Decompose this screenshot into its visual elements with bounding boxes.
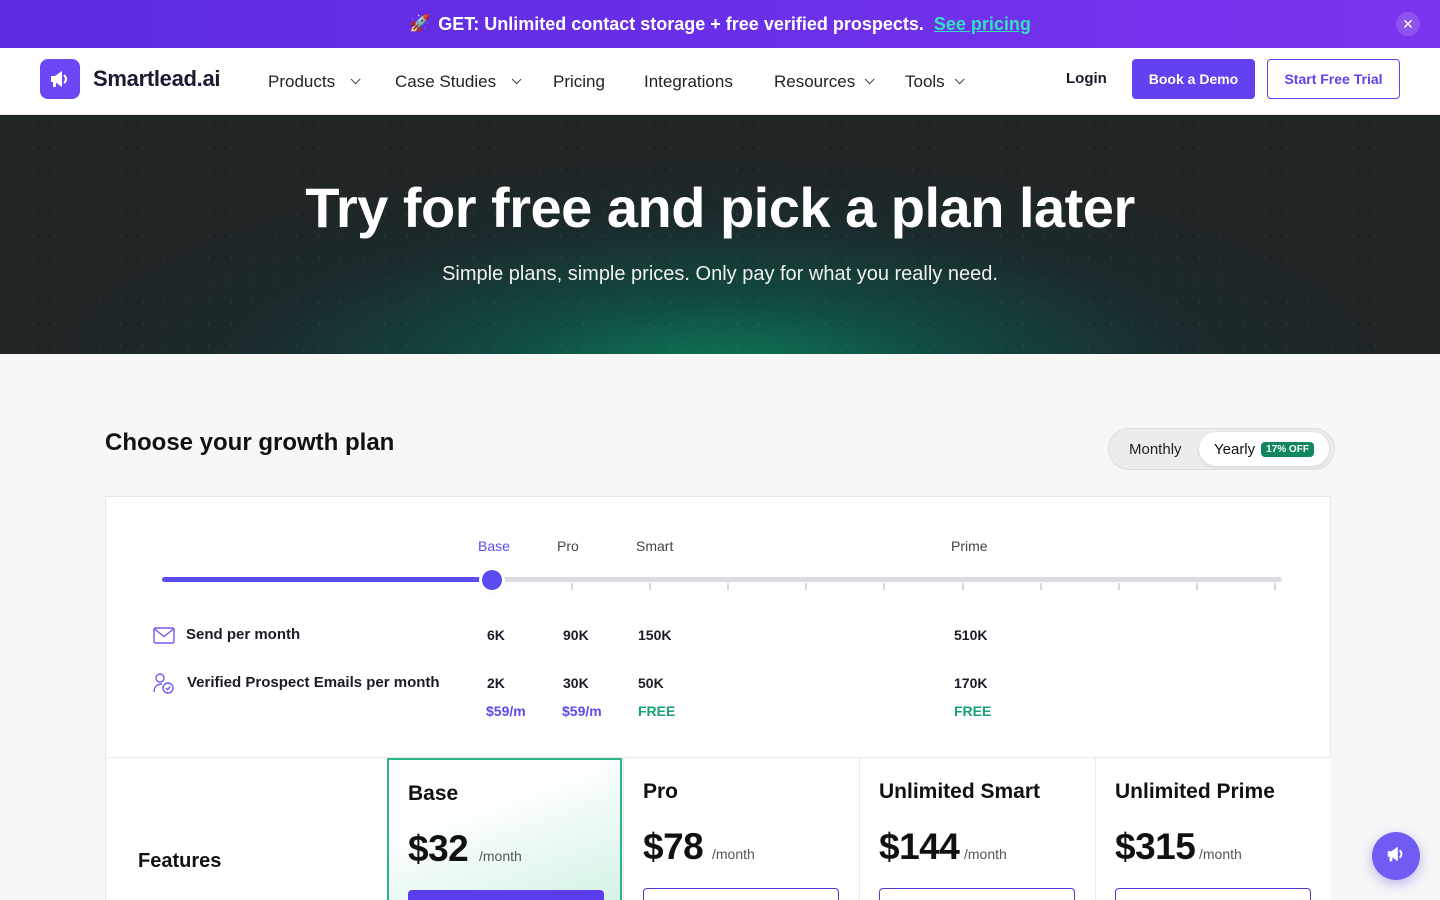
logo-icon xyxy=(40,59,80,99)
slider-tick xyxy=(571,583,573,590)
nav-products[interactable]: Products xyxy=(268,48,361,115)
send-value-pro: 90K xyxy=(563,627,589,643)
section-title: Choose your growth plan xyxy=(105,429,395,456)
slider-tick xyxy=(1118,583,1120,590)
announcement-bar: 🚀 GET: Unlimited contact storage + free … xyxy=(0,0,1440,48)
plan-name: Pro xyxy=(643,780,679,803)
slider-tick xyxy=(805,583,807,590)
plan-select-button[interactable] xyxy=(408,890,604,900)
top-navbar: Smartlead.ai Products Case Studies Prici… xyxy=(0,48,1440,115)
nav-case-studies-label: Case Studies xyxy=(395,71,497,91)
plan-card-pro[interactable]: Pro $78 /month xyxy=(623,758,859,900)
logo[interactable]: Smartlead.ai xyxy=(40,59,221,99)
plan-card-base[interactable]: Base $32 /month xyxy=(387,758,622,900)
plan-per-month: /month xyxy=(479,848,522,864)
slider-tick xyxy=(1040,583,1042,590)
login-link[interactable]: Login xyxy=(1066,70,1107,87)
tier-label-smart[interactable]: Smart xyxy=(636,538,673,554)
send-value-smart: 150K xyxy=(638,627,672,643)
verified-price-prime: FREE xyxy=(954,703,992,719)
plan-per-month: /month xyxy=(712,846,755,862)
plan-card-unlimited-smart[interactable]: Unlimited Smart $144 /month xyxy=(859,758,1095,900)
send-per-month-label: Send per month xyxy=(186,626,301,643)
features-heading: Features xyxy=(138,850,222,872)
slider-tick xyxy=(649,583,651,590)
announcement-text: GET: Unlimited contact storage + free ve… xyxy=(438,13,924,34)
start-free-trial-button[interactable]: Start Free Trial xyxy=(1267,59,1400,99)
plan-price: $315 xyxy=(1115,826,1196,867)
plan-price: $144 xyxy=(879,826,960,867)
nav-pricing-label: Pricing xyxy=(553,71,605,91)
mail-icon xyxy=(153,627,175,649)
nav-tools-label: Tools xyxy=(905,71,945,91)
plan-price: $32 xyxy=(408,828,469,869)
plan-name: Unlimited Smart xyxy=(879,780,1041,803)
megaphone-icon xyxy=(1385,843,1407,870)
nav-resources[interactable]: Resources xyxy=(774,48,875,115)
plan-per-month: /month xyxy=(1199,846,1242,862)
nav-tools[interactable]: Tools xyxy=(905,48,965,115)
verified-value-base: 2K xyxy=(487,675,505,691)
slider-tick xyxy=(1274,583,1276,590)
plan-select-button[interactable] xyxy=(879,888,1075,900)
send-value-base: 6K xyxy=(487,627,505,643)
nav-integrations[interactable]: Integrations xyxy=(644,48,733,115)
nav-case-studies[interactable]: Case Studies xyxy=(395,48,522,115)
discount-badge: 17% OFF xyxy=(1261,441,1314,457)
verified-value-smart: 50K xyxy=(638,675,664,691)
verified-prospects-label: Verified Prospect Emails per month xyxy=(187,674,440,691)
nav-pricing[interactable]: Pricing xyxy=(553,48,605,115)
tier-label-base[interactable]: Base xyxy=(478,538,510,554)
tier-label-prime[interactable]: Prime xyxy=(951,538,988,554)
plan-price: $78 xyxy=(643,826,704,867)
plan-select-button[interactable] xyxy=(1115,888,1311,900)
send-value-prime: 510K xyxy=(954,627,988,643)
see-pricing-link[interactable]: See pricing xyxy=(934,14,1031,35)
billing-monthly-option[interactable]: Monthly xyxy=(1129,441,1182,458)
plan-select-button[interactable] xyxy=(643,888,839,900)
chevron-down-icon xyxy=(350,74,361,85)
slider-tick xyxy=(727,583,729,590)
slider-tick xyxy=(1196,583,1198,590)
slider-tick xyxy=(962,583,964,590)
verified-value-prime: 170K xyxy=(954,675,988,691)
plan-name: Unlimited Prime xyxy=(1115,780,1275,803)
logo-text: Smartlead.ai xyxy=(93,66,221,91)
rocket-icon: 🚀 xyxy=(409,14,431,33)
chevron-down-icon xyxy=(511,74,522,85)
verified-price-base: $59/m xyxy=(486,703,526,719)
plan-name: Base xyxy=(408,782,459,805)
nav-products-label: Products xyxy=(268,71,336,91)
plan-per-month: /month xyxy=(964,846,1007,862)
slider-tick xyxy=(883,583,885,590)
nav-integrations-label: Integrations xyxy=(644,71,733,91)
plan-card-unlimited-prime[interactable]: Unlimited Prime $315 /month xyxy=(1095,758,1331,900)
hero-section: Try for free and pick a plan later Simpl… xyxy=(0,115,1440,354)
book-demo-button[interactable]: Book a Demo xyxy=(1132,59,1255,99)
tier-label-pro[interactable]: Pro xyxy=(557,538,579,554)
verified-price-smart: FREE xyxy=(638,703,676,719)
plan-slider-fill xyxy=(162,577,493,582)
hero-title: Try for free and pick a plan later xyxy=(305,176,1135,239)
verified-price-pro: $59/m xyxy=(562,703,602,719)
billing-yearly-label: Yearly xyxy=(1214,440,1256,458)
billing-toggle[interactable]: Monthly Yearly 17% OFF xyxy=(1108,428,1335,470)
chevron-down-icon xyxy=(954,74,965,85)
close-icon[interactable]: ✕ xyxy=(1396,12,1420,36)
chevron-down-icon xyxy=(864,74,875,85)
verified-value-pro: 30K xyxy=(563,675,589,691)
nav-resources-label: Resources xyxy=(774,71,856,91)
chat-widget-button[interactable] xyxy=(1372,832,1420,880)
billing-yearly-option[interactable]: Yearly 17% OFF xyxy=(1199,432,1329,466)
user-check-icon xyxy=(152,672,176,701)
hero-subtitle: Simple plans, simple prices. Only pay fo… xyxy=(442,263,998,285)
